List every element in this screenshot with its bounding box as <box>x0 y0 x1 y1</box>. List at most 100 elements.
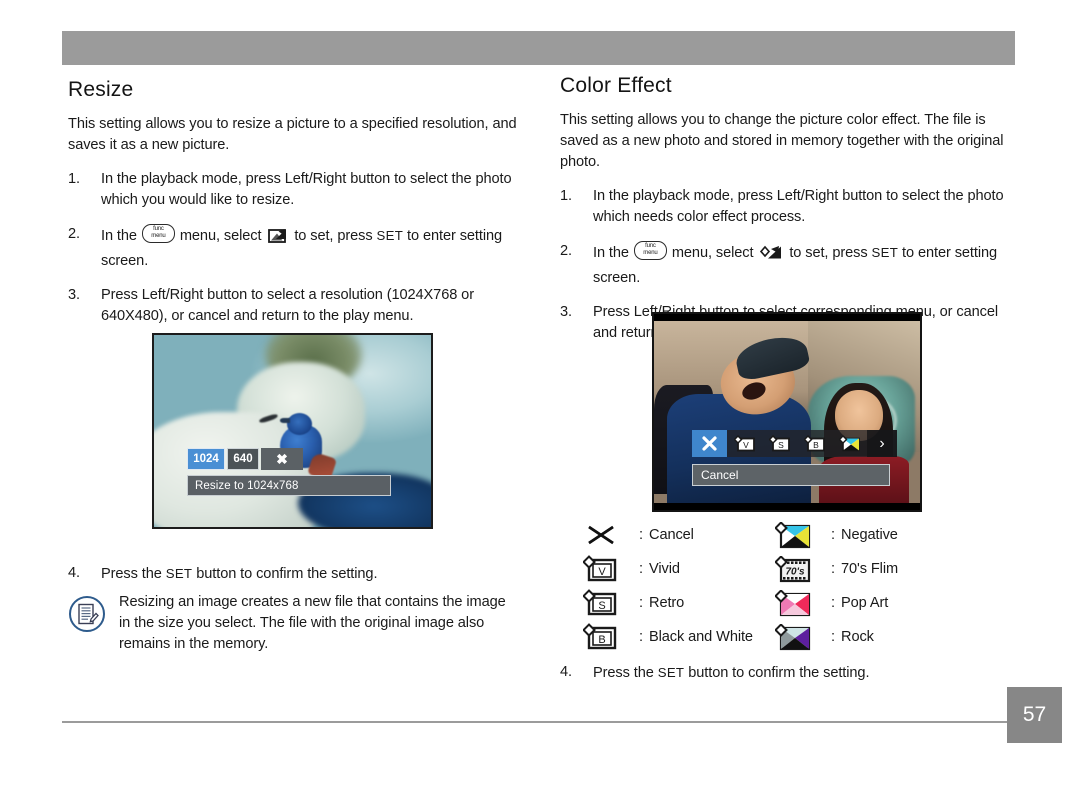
legend-colon: : <box>638 595 644 611</box>
step-text-mid: menu, select <box>179 228 262 244</box>
legend-seventies-film-icon: 70's <box>775 555 827 583</box>
step-number: 1. <box>68 171 80 187</box>
resize-step-4: 4. Press the SET button to confirm the s… <box>68 563 541 585</box>
resize-intro-text: This setting allows you to resize a pict… <box>68 116 517 153</box>
svg-text:70's: 70's <box>785 566 805 577</box>
step-text: In the playback mode, press Left/Right b… <box>593 188 1004 225</box>
svg-text:V: V <box>598 566 606 578</box>
step-number: 3. <box>68 287 80 303</box>
note-text: Resizing an image creates a new file tha… <box>119 594 506 652</box>
page-title-resize: Resize <box>68 78 134 101</box>
legend-label-rock: Rock <box>841 629 874 645</box>
step-text: In the playback mode, press Left/Right b… <box>101 171 512 208</box>
close-icon[interactable]: ✖ <box>261 448 303 470</box>
menu-item-vivid-icon[interactable]: V <box>727 430 762 457</box>
resolution-option-1024[interactable]: 1024 <box>187 448 225 470</box>
func-label: func <box>153 226 164 233</box>
step-number: 3. <box>560 304 572 320</box>
note-document-pencil-icon <box>68 592 108 655</box>
color-effect-icon <box>760 245 782 268</box>
resize-section: Resize This setting allows you to resize… <box>68 78 538 340</box>
step-number: 1. <box>560 188 572 204</box>
color-effect-step-1: 1. In the playback mode, press Left/Righ… <box>560 186 1020 228</box>
legend-colon: : <box>638 527 644 543</box>
resize-picture-icon <box>268 228 287 251</box>
legend-negative-icon <box>775 521 827 549</box>
legend-label-retro: Retro <box>649 595 685 611</box>
step-text-pre: Press the <box>101 566 162 582</box>
svg-text:B: B <box>813 440 819 450</box>
legend-label-pop-art: Pop Art <box>841 595 889 611</box>
svg-text:S: S <box>598 600 605 612</box>
set-keyword: SET <box>871 245 899 260</box>
menu-item-black-and-white-icon[interactable]: B <box>797 430 832 457</box>
step-number: 4. <box>560 664 572 680</box>
legend-cancel-x-icon <box>583 521 635 549</box>
func-menu-button-icon: func menu <box>633 241 667 260</box>
menu-label: menu <box>151 233 166 239</box>
step-text-pre: In the <box>593 245 629 261</box>
step-number: 4. <box>68 565 80 581</box>
color-effect-intro-text: This setting allows you to change the pi… <box>560 112 1004 170</box>
step-text-mid: menu, select <box>671 245 754 261</box>
footer-divider <box>62 721 1015 723</box>
color-effect-legend: : Cancel : Negative V: Vivid 70's: 70'… <box>583 521 943 651</box>
menu-item-retro-icon[interactable]: S <box>762 430 797 457</box>
resolution-option-640[interactable]: 640 <box>227 448 259 470</box>
step-number: 2. <box>68 226 80 242</box>
camera-color-effect-screenshot: V S B › Cancel <box>652 312 922 512</box>
set-keyword: SET <box>376 228 404 243</box>
resize-osd-caption: Resize to 1024x768 <box>187 475 391 496</box>
step-text-post: to set, press <box>789 245 868 261</box>
menu-item-cancel-x-icon[interactable] <box>692 430 727 457</box>
resize-step-2: 2. In the func menu menu, select to set,… <box>68 224 538 272</box>
legend-rock-icon <box>775 623 827 651</box>
step-text-pre: In the <box>101 228 137 244</box>
legend-pop-art-icon <box>775 589 827 617</box>
svg-text:V: V <box>743 440 749 450</box>
svg-text:B: B <box>598 634 605 646</box>
step-text-post: to set, press <box>294 228 373 244</box>
svg-text:S: S <box>778 440 784 450</box>
step-number: 2. <box>560 243 572 259</box>
resize-steps-list: 1. In the playback mode, press Left/Righ… <box>68 169 538 327</box>
step-text-post: button to confirm the setting. <box>196 566 378 582</box>
legend-colon: : <box>830 595 836 611</box>
func-menu-button-icon: func menu <box>141 224 175 243</box>
legend-label-vivid: Vivid <box>649 561 680 577</box>
menu-item-negative-icon[interactable] <box>832 430 867 457</box>
legend-label-black-and-white: Black and White <box>649 629 753 645</box>
legend-colon: : <box>830 527 836 543</box>
menu-label: menu <box>643 250 658 256</box>
step-text-post: button to confirm the setting. <box>688 665 870 681</box>
manual-page: Resize This setting allows you to resize… <box>0 0 1080 785</box>
legend-label-seventies-film: 70's Flim <box>841 561 899 577</box>
step-text: Press Left/Right button to select a reso… <box>101 287 474 324</box>
camera-resize-screenshot: 1024 640 ✖ Resize to 1024x768 <box>152 333 433 529</box>
legend-vivid-icon: V <box>583 555 635 583</box>
resize-step-3: 3. Press Left/Right button to select a r… <box>68 285 538 327</box>
step-text-pre: Press the <box>593 665 654 681</box>
resize-step-1: 1. In the playback mode, press Left/Righ… <box>68 169 538 211</box>
legend-colon: : <box>638 561 644 577</box>
page-number-badge: 57 <box>1007 687 1062 743</box>
legend-colon: : <box>830 561 836 577</box>
legend-label-negative: Negative <box>841 527 898 543</box>
legend-colon: : <box>830 629 836 645</box>
color-effect-osd-caption: Cancel <box>692 464 890 486</box>
bird-beak <box>280 417 291 423</box>
legend-black-and-white-icon: B <box>583 623 635 651</box>
color-effect-osd-menu[interactable]: V S B › <box>692 430 897 457</box>
note-callout: Resizing an image creates a new file tha… <box>68 592 518 655</box>
bird-photo <box>154 335 431 527</box>
legend-label-cancel: Cancel <box>649 527 694 543</box>
set-keyword: SET <box>657 665 685 680</box>
color-effect-step-2: 2. In the func menu menu, select to set,… <box>560 241 1020 289</box>
header-bar <box>62 31 1015 65</box>
legend-retro-icon: S <box>583 589 635 617</box>
page-title-color-effect: Color Effect <box>560 74 672 97</box>
next-page-chevron-right-icon[interactable]: › <box>867 430 897 457</box>
resize-osd-menu[interactable]: 1024 640 ✖ <box>187 448 303 470</box>
set-keyword: SET <box>165 566 193 581</box>
legend-colon: : <box>638 629 644 645</box>
